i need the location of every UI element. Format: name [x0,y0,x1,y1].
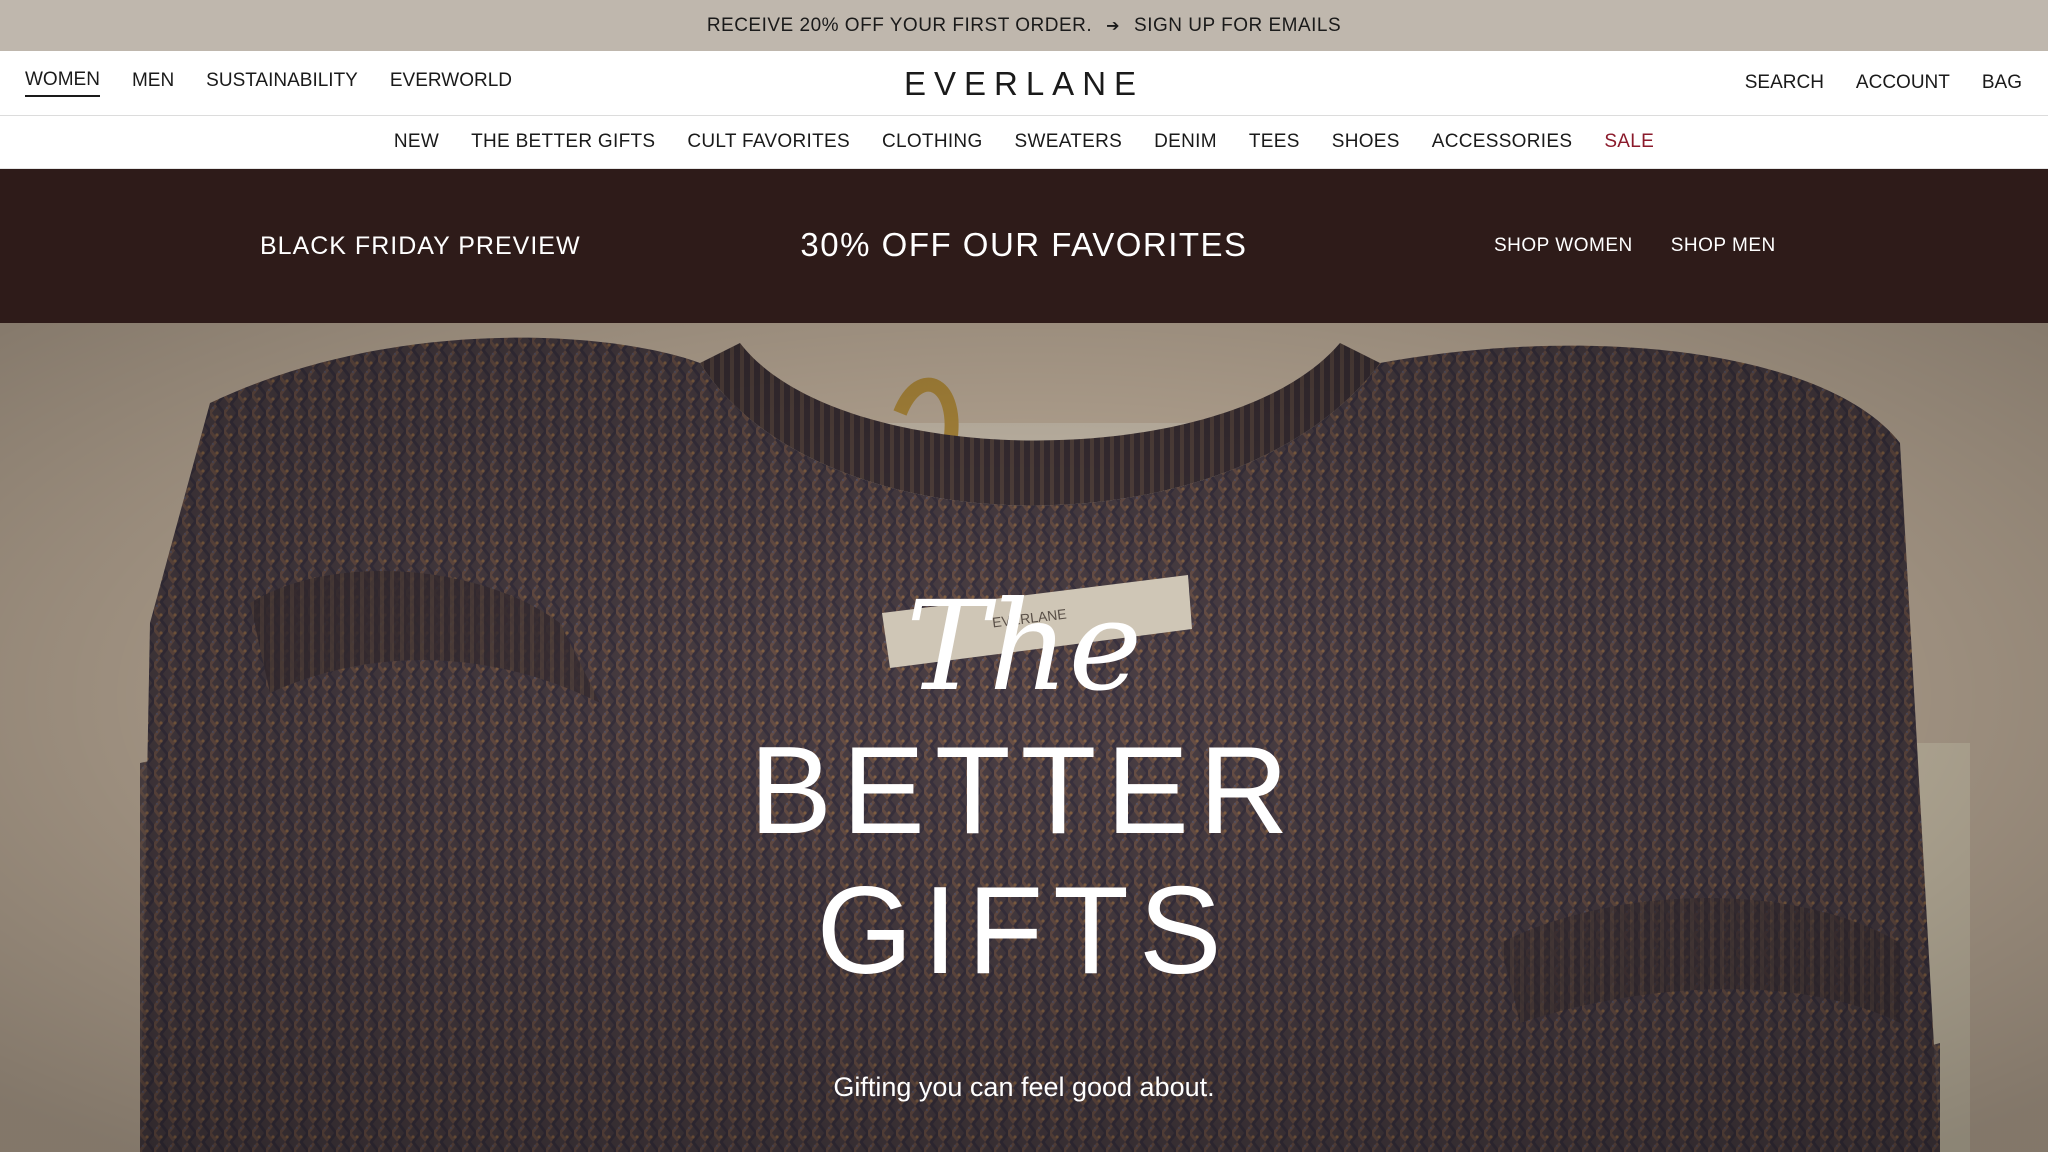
announcement-bar: RECEIVE 20% OFF YOUR FIRST ORDER. ➔ SIGN… [0,0,2048,51]
utility-nav: SEARCH ACCOUNT BAG [1745,51,2022,115]
bag-link[interactable]: BAG [1982,72,2022,94]
category-better-gifts[interactable]: THE BETTER GIFTS [471,131,655,153]
hero-banner[interactable]: EVERLANE The BETTER GIFTS Gifting you ca… [0,323,2048,1152]
category-sweaters[interactable]: SWEATERS [1015,131,1123,153]
black-friday-label: BLACK FRIDAY PREVIEW [260,232,581,260]
category-accessories[interactable]: ACCESSORIES [1432,131,1573,153]
hero-title-the: The [906,575,1142,719]
nav-women[interactable]: WOMEN [25,69,100,97]
shop-men-link[interactable]: SHOP MEN [1671,235,1776,257]
gender-nav: WOMEN MEN SUSTAINABILITY EVERWORLD [25,51,512,115]
category-shoes[interactable]: SHOES [1332,131,1400,153]
category-tees[interactable]: TEES [1249,131,1300,153]
promo-headline: 30% OFF OUR FAVORITES [800,226,1248,263]
search-link[interactable]: SEARCH [1745,72,1824,94]
category-new[interactable]: NEW [394,131,439,153]
signup-emails-link[interactable]: SIGN UP FOR EMAILS [1134,15,1341,37]
category-clothing[interactable]: CLOTHING [882,131,983,153]
nav-men[interactable]: MEN [132,70,174,96]
nav-everworld[interactable]: EVERWORLD [390,70,512,96]
top-navigation: WOMEN MEN SUSTAINABILITY EVERWORLD EVERL… [0,51,2048,116]
everlane-logo[interactable]: EVERLANE [904,65,1144,103]
announcement-text: RECEIVE 20% OFF YOUR FIRST ORDER. [706,14,1093,36]
promo-banner: BLACK FRIDAY PREVIEW 30% OFF OUR FAVORIT… [0,169,2048,323]
hero-title-gifts: GIFTS [816,862,1232,1000]
category-cult-favorites[interactable]: CULT FAVORITES [687,131,850,153]
hero-title-better: BETTER [749,722,1299,860]
shop-women-link[interactable]: SHOP WOMEN [1494,235,1633,257]
account-link[interactable]: ACCOUNT [1856,72,1950,94]
category-denim[interactable]: DENIM [1154,131,1217,153]
category-navigation: NEW THE BETTER GIFTS CULT FAVORITES CLOT… [0,116,2048,169]
nav-sustainability[interactable]: SUSTAINABILITY [206,70,358,96]
arrow-right-icon: ➔ [1106,17,1121,35]
category-sale[interactable]: SALE [1604,131,1654,153]
promo-links: SHOP WOMEN SHOP MEN [1494,169,1776,323]
hero-tagline: Gifting you can feel good about. [833,1072,1215,1102]
